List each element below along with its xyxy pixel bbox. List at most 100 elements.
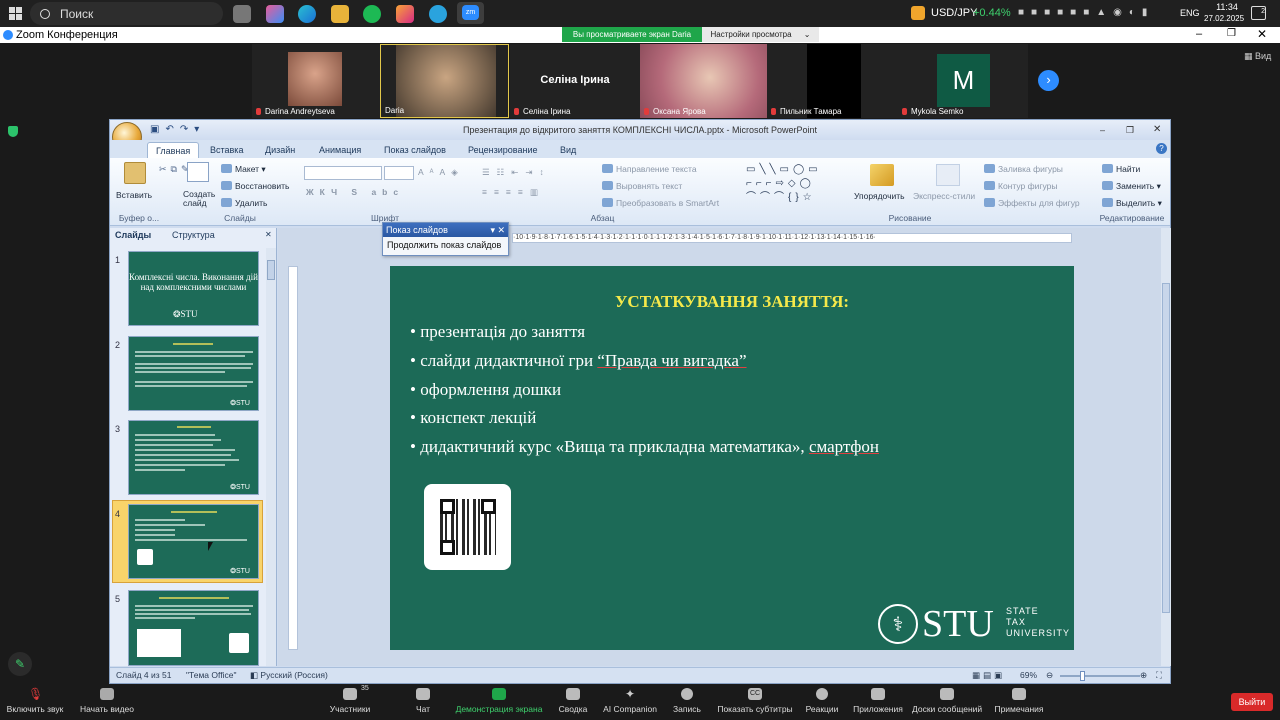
minimize-icon[interactable]: –: [1100, 120, 1105, 140]
taskbar-search-box[interactable]: Поиск: [30, 2, 223, 25]
captions-button[interactable]: CC Показать субтитры: [717, 688, 793, 714]
font-size-select[interactable]: [384, 166, 414, 180]
restore-icon[interactable]: ❐: [1126, 120, 1134, 140]
panel-close-icon[interactable]: ▾ ✕: [490, 223, 505, 237]
tab-design[interactable]: Дизайн: [257, 142, 303, 158]
continue-slideshow-button[interactable]: Продолжить показ слайдов: [383, 237, 508, 253]
spotify-icon[interactable]: [363, 5, 381, 23]
tab-slides[interactable]: Слайды: [115, 230, 151, 240]
participant-tile[interactable]: Оксана Ярова: [640, 44, 767, 118]
tab-slideshow[interactable]: Показ слайдов: [376, 142, 454, 158]
qr-code-image[interactable]: [424, 484, 511, 570]
zoom-slider[interactable]: [1060, 671, 1140, 681]
slide-thumbnail-3[interactable]: ❂STU: [128, 420, 259, 495]
tab-home[interactable]: Главная: [147, 142, 200, 158]
close-icon[interactable]: ✕: [1153, 120, 1161, 140]
next-page-arrow-icon[interactable]: ›: [1038, 70, 1059, 91]
scrollbar-thumb[interactable]: [267, 260, 275, 280]
summary-button[interactable]: Сводка: [555, 688, 591, 714]
participant-tile[interactable]: Селіна Ірина Селіна Ірина: [510, 44, 640, 118]
new-slide-button[interactable]: Создать слайд: [183, 190, 219, 208]
copilot-icon[interactable]: [266, 5, 284, 23]
telegram-icon[interactable]: [429, 5, 447, 23]
slide-thumbnail-2[interactable]: ❂STU: [128, 336, 259, 411]
reactions-button[interactable]: Реакции: [804, 688, 840, 714]
slide-bullet-4[interactable]: • конспект лекцій: [410, 408, 536, 428]
tray-icons[interactable]: ■■■■■■▲◉◐▮: [1018, 7, 1168, 19]
canvas-scrollbar[interactable]: [1161, 228, 1171, 666]
currency-pair[interactable]: USD/JPY: [931, 7, 977, 19]
tab-outline[interactable]: Структура: [172, 230, 215, 240]
unmute-button[interactable]: 🎙 Включить звук: [4, 688, 66, 714]
view-settings-button[interactable]: Настройки просмотра ⌄: [702, 27, 819, 42]
arrange-icon[interactable]: [870, 164, 894, 186]
zoom-out-icon[interactable]: ⊖: [1046, 670, 1053, 681]
edge-icon[interactable]: [298, 5, 316, 23]
fit-window-icon[interactable]: ⛶: [1156, 670, 1162, 681]
tab-review[interactable]: Рецензирование: [460, 142, 546, 158]
horizontal-ruler[interactable]: ·10·1·9·1·8·1·7·1·6·1·5·1·4·1·3·1·2·1·1·…: [512, 233, 1072, 243]
shape-effects-button[interactable]: Эффекты для фигур: [984, 198, 1080, 208]
restore-icon[interactable]: ❐: [1227, 28, 1236, 39]
list-buttons[interactable]: ☰☷⇤⇥↕: [482, 167, 551, 178]
zoom-in-icon[interactable]: ⊕: [1140, 670, 1147, 681]
participant-tile[interactable]: Darina Andreytseva: [252, 44, 380, 118]
leave-meeting-button[interactable]: Выйти: [1231, 693, 1273, 711]
clock-date[interactable]: 27.02.2025: [1204, 14, 1244, 23]
instagram-icon[interactable]: [396, 5, 414, 23]
record-button[interactable]: Запись: [672, 688, 702, 714]
arrange-button[interactable]: Упорядочить: [854, 191, 905, 201]
minimize-icon[interactable]: –: [1196, 28, 1202, 40]
scrollbar-thumb[interactable]: [1162, 283, 1170, 613]
slide-bullet-5[interactable]: • дидактичний курс «Вища та прикладна ма…: [410, 437, 879, 457]
layout-button[interactable]: Макет ▾: [221, 164, 266, 175]
slide-bullet-2[interactable]: • слайди дидактичної гри “Правда чи вига…: [410, 351, 747, 371]
language-status[interactable]: ◧ Русский (Россия): [250, 670, 328, 681]
align-text-button[interactable]: Выровнять текст: [602, 181, 682, 191]
whiteboards-button[interactable]: Доски сообщений: [912, 688, 982, 714]
share-screen-button[interactable]: Демонстрация экрана: [455, 688, 543, 714]
slide-title[interactable]: УСТАТКУВАННЯ ЗАНЯТТЯ:: [390, 292, 1074, 312]
start-video-button[interactable]: Начать видео: [78, 688, 136, 714]
reset-button[interactable]: Восстановить: [221, 181, 289, 191]
windows-start-icon[interactable]: [9, 7, 22, 20]
quick-access-toolbar[interactable]: ▣↶↷▾: [150, 124, 205, 135]
help-icon[interactable]: ?: [1156, 143, 1167, 154]
participant-tile[interactable]: M Mykola Semko: [898, 44, 1028, 118]
zoom-slider-thumb[interactable]: [1080, 671, 1085, 681]
task-view-icon[interactable]: [233, 5, 251, 23]
shapes-gallery[interactable]: ▭╲╲▭◯▭ ⌐⌐⌐⇨◇◯ ⌒⌒⌒{}☆: [746, 163, 846, 207]
participant-tile-active[interactable]: Daria: [380, 44, 509, 118]
participant-tile[interactable]: Пильник Тамара: [767, 44, 898, 118]
annotate-pen-icon[interactable]: ✎: [8, 652, 32, 676]
view-button[interactable]: ▦ Вид: [1244, 51, 1271, 62]
notification-icon[interactable]: 2: [1251, 6, 1266, 20]
chat-button[interactable]: Чат: [410, 688, 436, 714]
file-explorer-icon[interactable]: [331, 5, 349, 23]
language-indicator[interactable]: ENG: [1180, 8, 1200, 18]
notes-button[interactable]: Примечания: [993, 688, 1045, 714]
quick-styles-icon[interactable]: [936, 164, 960, 186]
tab-animation[interactable]: Анимация: [311, 142, 369, 158]
replace-button[interactable]: Заменить ▾: [1102, 181, 1161, 192]
paste-icon[interactable]: [124, 162, 146, 184]
paste-button[interactable]: Вставить: [116, 190, 152, 200]
zoom-taskbar-active[interactable]: zm: [457, 2, 484, 24]
security-shield-icon[interactable]: [8, 126, 18, 137]
new-slide-icon[interactable]: [187, 162, 209, 182]
shape-fill-button[interactable]: Заливка фигуры: [984, 164, 1063, 174]
shape-outline-button[interactable]: Контур фигуры: [984, 181, 1057, 191]
text-direction-button[interactable]: Направление текста: [602, 164, 697, 174]
slide-thumbnail-1[interactable]: Комплексні числа. Виконання дій над комп…: [128, 251, 259, 326]
find-button[interactable]: Найти: [1102, 164, 1140, 174]
tab-insert[interactable]: Вставка: [202, 142, 251, 158]
font-grow-shrink[interactable]: AᴬA◈: [418, 167, 464, 178]
slide-bullet-3[interactable]: • оформлення дошки: [410, 380, 561, 400]
participants-button[interactable]: 35 Участники: [328, 685, 372, 714]
zoom-percent[interactable]: 69%: [1020, 670, 1037, 680]
font-family-select[interactable]: [304, 166, 382, 180]
close-panel-icon[interactable]: ✕: [265, 230, 272, 239]
quick-styles-button[interactable]: Экспресс-стили: [913, 191, 975, 201]
ai-companion-button[interactable]: ✦ AI Companion: [602, 688, 658, 714]
align-buttons[interactable]: ≡≡≡≡▥: [482, 187, 545, 198]
